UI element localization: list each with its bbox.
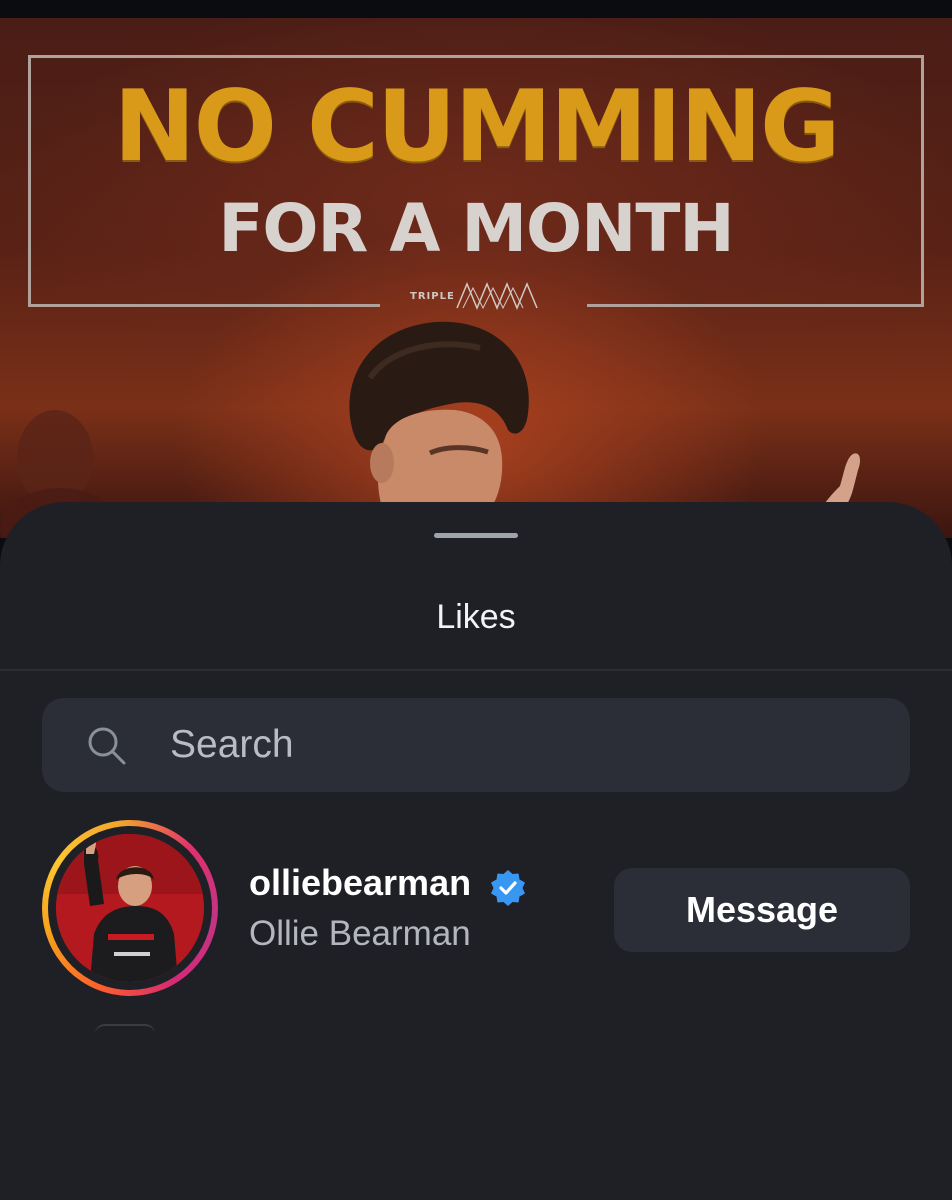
brand-logo: TRIPLE	[405, 280, 545, 310]
search-bar[interactable]	[42, 698, 910, 792]
verified-badge-icon	[491, 870, 525, 906]
next-row-avatar-peek	[95, 1024, 155, 1034]
post-subheadline: FOR A MONTH	[218, 190, 734, 267]
story-ring[interactable]	[42, 820, 218, 996]
sheet-title: Likes	[436, 598, 516, 636]
avatar-photo	[56, 834, 204, 982]
brand-text: TRIPLE	[410, 291, 455, 302]
user-row[interactable]: olliebearman Ollie Bearman Message	[0, 820, 952, 1000]
search-input[interactable]	[170, 698, 870, 792]
post-headline: NO CUMMING	[113, 70, 841, 184]
username[interactable]: olliebearman	[249, 862, 471, 904]
message-button[interactable]: Message	[614, 868, 910, 952]
post-person-photo	[349, 321, 529, 528]
sheet-drag-handle[interactable]	[434, 533, 518, 538]
likes-sheet: Likes Search olliebearman Ollie Bearman …	[0, 502, 952, 1200]
full-name: Ollie Bearman	[249, 914, 471, 953]
search-icon	[88, 727, 126, 765]
post-image: NO CUMMING FOR A MONTH TRIPLE	[0, 18, 952, 538]
sheet-divider	[0, 669, 952, 671]
avatar[interactable]	[56, 834, 204, 982]
brand-mark-icon	[456, 282, 538, 310]
